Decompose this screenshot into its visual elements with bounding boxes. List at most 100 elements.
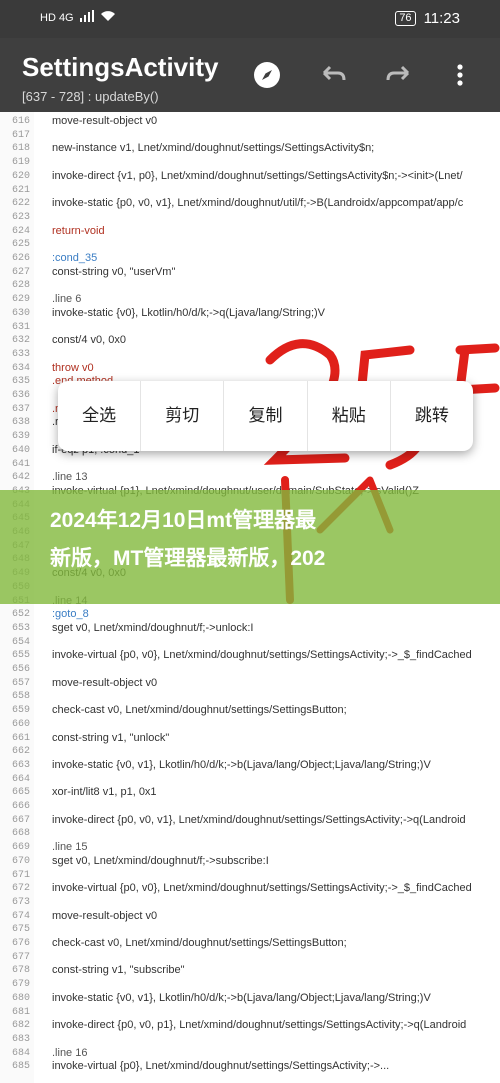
line-number: 626 bbox=[11, 253, 30, 264]
line-number: 678 bbox=[11, 965, 30, 977]
text-context-menu: 全选 剪切 复制 粘贴 跳转 bbox=[58, 381, 473, 451]
code-line[interactable]: .line 15 bbox=[52, 841, 87, 853]
line-number: 629 bbox=[11, 294, 30, 306]
line-number: 680 bbox=[11, 992, 30, 1004]
page-title: SettingsActivity bbox=[22, 52, 219, 82]
more-icon[interactable] bbox=[452, 60, 468, 90]
line-number: 675 bbox=[11, 924, 30, 936]
banner-text: 2024年12月10日mt管理器最 新版，MT管理器最新版，202 bbox=[50, 502, 495, 578]
line-number: 639 bbox=[11, 431, 30, 443]
line-number: 679 bbox=[11, 979, 30, 991]
line-number: 669 bbox=[11, 842, 30, 854]
code-line[interactable]: new-instance v1, Lnet/xmind/doughnut/set… bbox=[52, 142, 374, 154]
line-number: 677 bbox=[11, 951, 30, 963]
code-line[interactable]: check-cast v0, Lnet/xmind/doughnut/setti… bbox=[52, 937, 347, 949]
line-number: 631 bbox=[11, 321, 30, 333]
article-title-banner: 2024年12月10日mt管理器最 新版，MT管理器最新版，202 bbox=[0, 490, 500, 604]
line-number: 635 bbox=[11, 376, 30, 388]
line-number: 624 bbox=[11, 225, 30, 237]
code-line[interactable]: .line 16 bbox=[52, 1047, 87, 1059]
code-line[interactable]: .line 6 bbox=[52, 293, 81, 305]
line-number: 662 bbox=[11, 746, 30, 758]
redo-icon[interactable] bbox=[384, 60, 414, 90]
code-line[interactable]: invoke-direct {v1, p0}, Lnet/xmind/dough… bbox=[52, 170, 463, 182]
code-line[interactable]: :goto_8 bbox=[52, 608, 89, 620]
line-number: 685 bbox=[11, 1061, 30, 1073]
line-number: 632 bbox=[11, 335, 30, 347]
code-line[interactable]: invoke-direct {p0, v0, v1}, Lnet/xmind/d… bbox=[52, 814, 466, 826]
line-number: 681 bbox=[11, 1006, 30, 1018]
line-number: 683 bbox=[11, 1033, 30, 1045]
code-line[interactable]: invoke-virtual {p0, v0}, Lnet/xmind/doug… bbox=[52, 882, 472, 894]
line-number: 665 bbox=[11, 787, 30, 799]
code-line[interactable]: sget v0, Lnet/xmind/doughnut/f;->unlock:… bbox=[52, 622, 254, 634]
code-line[interactable]: move-result-object v0 bbox=[52, 115, 157, 127]
code-line[interactable]: return-void bbox=[52, 225, 105, 237]
wifi-icon bbox=[100, 10, 116, 25]
line-number: 617 bbox=[11, 129, 30, 141]
line-number: 655 bbox=[11, 650, 30, 662]
copy-menu-item[interactable]: 复制 bbox=[224, 381, 308, 451]
line-number: 637 bbox=[11, 403, 30, 415]
code-line[interactable]: check-cast v0, Lnet/xmind/doughnut/setti… bbox=[52, 704, 347, 716]
code-line[interactable]: const-string v1, "subscribe" bbox=[52, 964, 185, 976]
code-line[interactable]: move-result-object v0 bbox=[52, 677, 157, 689]
code-line[interactable]: invoke-virtual {p0, v0}, Lnet/xmind/doug… bbox=[52, 649, 472, 661]
line-number: 628 bbox=[11, 280, 30, 292]
code-line[interactable]: throw v0 bbox=[52, 362, 94, 374]
code-line[interactable]: .line 13 bbox=[52, 471, 87, 483]
cut-menu-item[interactable]: 剪切 bbox=[141, 381, 225, 451]
code-line[interactable]: :cond_35 bbox=[52, 252, 97, 264]
code-line[interactable]: const-string v0, "userVm" bbox=[52, 266, 175, 278]
clock: 11:23 bbox=[423, 10, 460, 27]
code-line[interactable]: const/4 v0, 0x0 bbox=[52, 334, 126, 346]
code-line[interactable]: const-string v1, "unlock" bbox=[52, 732, 169, 744]
line-number: 618 bbox=[11, 143, 30, 155]
line-number: 636 bbox=[11, 390, 30, 401]
line-number: 616 bbox=[11, 116, 30, 127]
line-number: 657 bbox=[11, 677, 30, 689]
goto-menu-item[interactable]: 跳转 bbox=[391, 381, 473, 451]
signal-icon bbox=[79, 10, 94, 25]
line-number: 620 bbox=[11, 170, 30, 182]
line-number: 656 bbox=[11, 664, 30, 675]
line-number: 625 bbox=[11, 239, 30, 251]
line-number: 654 bbox=[11, 636, 30, 648]
line-number: 661 bbox=[11, 732, 30, 744]
code-line[interactable]: invoke-static {p0, v0, v1}, Lnet/xmind/d… bbox=[52, 197, 463, 209]
method-range-subtitle: [637 - 728] : updateBy() bbox=[22, 89, 159, 104]
line-number: 667 bbox=[11, 814, 30, 826]
code-line[interactable]: invoke-static {v0}, Lkotlin/h0/d/k;->q(L… bbox=[52, 307, 325, 319]
line-number: 659 bbox=[11, 705, 30, 717]
line-number: 652 bbox=[11, 609, 30, 621]
line-number: 623 bbox=[11, 211, 30, 223]
line-number: 630 bbox=[11, 307, 30, 319]
undo-icon[interactable] bbox=[318, 60, 348, 90]
line-number: 627 bbox=[11, 266, 30, 278]
line-number: 672 bbox=[11, 883, 30, 895]
compass-icon[interactable] bbox=[252, 60, 282, 90]
code-line[interactable]: xor-int/lit8 v1, p1, 0x1 bbox=[52, 786, 157, 798]
paste-menu-item[interactable]: 粘贴 bbox=[308, 381, 391, 451]
line-number: 676 bbox=[11, 938, 30, 949]
status-left: HD 4G bbox=[40, 10, 116, 25]
line-number: 682 bbox=[11, 1020, 30, 1032]
status-bar: HD 4G 76 11:23 bbox=[0, 0, 500, 38]
line-number: 640 bbox=[11, 444, 30, 456]
select-all-menu-item[interactable]: 全选 bbox=[58, 381, 142, 451]
line-number: 664 bbox=[11, 773, 30, 785]
line-number: 634 bbox=[11, 362, 30, 374]
code-line[interactable]: invoke-direct {p0, v0, p1}, Lnet/xmind/d… bbox=[52, 1019, 466, 1031]
code-line[interactable]: invoke-virtual {p0}, Lnet/xmind/doughnut… bbox=[52, 1060, 389, 1072]
code-line[interactable]: move-result-object v0 bbox=[52, 910, 157, 922]
code-line[interactable]: sget v0, Lnet/xmind/doughnut/f;->subscri… bbox=[52, 855, 269, 867]
code-line[interactable]: invoke-static {v0, v1}, Lkotlin/h0/d/k;-… bbox=[52, 759, 431, 771]
line-number: 673 bbox=[11, 896, 30, 908]
line-number: 660 bbox=[11, 718, 30, 730]
line-number: 622 bbox=[11, 198, 30, 210]
banner-line-2: 新版，MT管理器最新版，202 bbox=[50, 547, 326, 570]
line-number: 621 bbox=[11, 184, 30, 196]
banner-line-1: 2024年12月10日mt管理器最 bbox=[50, 509, 317, 532]
line-number: 641 bbox=[11, 458, 30, 470]
code-line[interactable]: invoke-static {v0, v1}, Lkotlin/h0/d/k;-… bbox=[52, 992, 431, 1004]
